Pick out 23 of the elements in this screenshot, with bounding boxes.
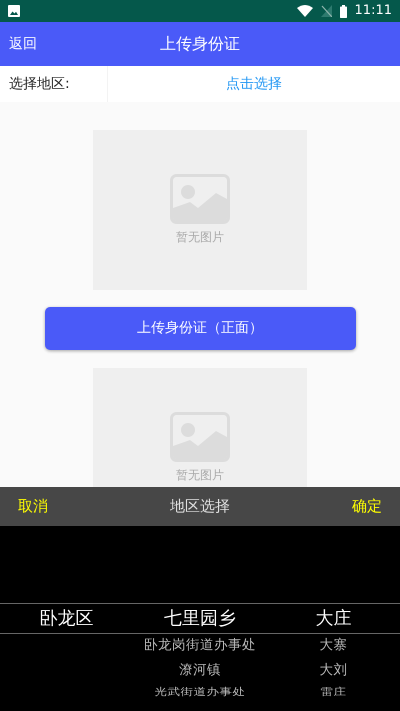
picker-item[interactable]: 卧龙区 (40, 603, 94, 633)
status-time: 11:11 (354, 2, 392, 20)
picker-item[interactable]: 卧龙岗街道办事处 (144, 633, 256, 658)
picture-icon (8, 5, 20, 17)
page-title: 上传身份证 (160, 33, 240, 55)
picker-title: 地区选择 (170, 496, 230, 518)
wifi-icon (296, 5, 313, 17)
placeholder-text: 暂无图片 (176, 229, 224, 246)
picker-item[interactable]: 七里园乡 (164, 603, 236, 633)
picker-item[interactable]: 大刘 (320, 658, 348, 683)
picker-item[interactable]: 光武街道办事处 (154, 684, 246, 700)
placeholder-text: 暂无图片 (176, 467, 224, 484)
picker-item[interactable]: 大庄 (316, 603, 352, 633)
picker-item[interactable]: 潦河镇 (179, 658, 221, 683)
picker-item[interactable]: 雷庄 (320, 684, 346, 700)
no-signal-icon (320, 5, 332, 17)
upload-button[interactable]: 上传身份证（正面） (44, 307, 356, 350)
confirm-button[interactable]: 确定 (352, 495, 382, 518)
back-button[interactable]: 返回 (0, 34, 37, 54)
battery-icon (340, 4, 347, 18)
region-label: 选择地区: (8, 74, 71, 94)
cancel-button[interactable]: 取消 (18, 495, 48, 518)
picker-item[interactable]: 大寨 (320, 633, 348, 658)
